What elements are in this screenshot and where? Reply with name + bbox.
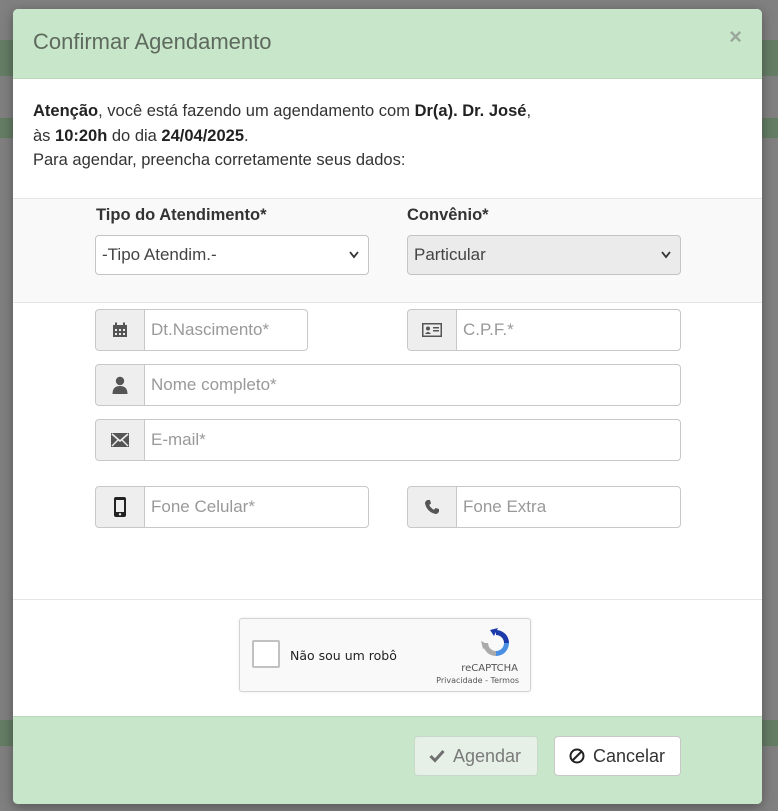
agendar-label: Agendar	[453, 745, 522, 766]
modal-header: Confirmar Agendamento ×	[13, 9, 762, 79]
fullname-input[interactable]: Nome completo*	[145, 364, 681, 406]
email-input[interactable]: E-mail*	[145, 419, 681, 461]
mobile-phone-icon	[95, 486, 145, 528]
recaptcha-brand: reCAPTCHA	[461, 663, 518, 674]
intro-instruction: Para agendar, preencha corretamente seus…	[33, 151, 406, 169]
extra-phone-input[interactable]: Fone Extra	[457, 486, 681, 528]
fullname-group: Nome completo*	[95, 364, 681, 406]
recaptcha-checkbox[interactable]	[252, 640, 280, 668]
email-group: E-mail*	[95, 419, 681, 461]
cpf-group: C.P.F.*	[407, 309, 681, 351]
intro-part: às	[33, 126, 56, 145]
modal-title: Confirmar Agendamento	[33, 29, 272, 54]
chevron-down-icon	[348, 236, 360, 288]
recaptcha-logo-icon	[480, 627, 512, 659]
id-card-icon	[407, 309, 457, 351]
close-button[interactable]: ×	[729, 24, 742, 50]
agendar-button[interactable]: Agendar	[414, 736, 538, 776]
recaptcha-links[interactable]: Privacidade - Termos	[436, 676, 519, 685]
attention-label: Atenção	[33, 102, 99, 120]
intro-part: .	[244, 126, 249, 145]
birthdate-group: Dt.Nascimento*	[95, 309, 308, 351]
divider	[13, 599, 762, 600]
convenio-label: Convênio*	[407, 206, 489, 224]
tipo-atendimento-value: -Tipo Atendim.-	[102, 245, 217, 264]
convenio-value: Particular	[414, 245, 486, 264]
intro-part: do dia	[107, 126, 162, 145]
phone-icon	[407, 486, 457, 528]
intro-text: Atenção, você está fazendo um agendament…	[13, 79, 762, 203]
birthdate-input[interactable]: Dt.Nascimento*	[145, 309, 308, 351]
modal-footer: Agendar Cancelar	[13, 716, 762, 804]
cancelar-label: Cancelar	[593, 745, 666, 766]
convenio-select[interactable]: Particular	[407, 235, 681, 275]
mobile-phone-group: Fone Celular*	[95, 486, 369, 528]
envelope-icon	[95, 419, 145, 461]
calendar-icon	[95, 309, 145, 351]
intro-part: , você está fazendo um agendamento com	[98, 102, 415, 120]
tipo-atendimento-label: Tipo do Atendimento*	[96, 206, 267, 224]
recaptcha-label: Não sou um robô	[290, 648, 397, 663]
chevron-down-icon	[660, 236, 672, 288]
appointment-time: 10:20h	[55, 126, 108, 145]
user-icon	[95, 364, 145, 406]
cpf-input[interactable]: C.P.F.*	[457, 309, 681, 351]
mobile-phone-input[interactable]: Fone Celular*	[145, 486, 369, 528]
appointment-date: 24/04/2025	[161, 126, 245, 145]
appointment-modal: Confirmar Agendamento × Atenção, você es…	[13, 9, 762, 804]
recaptcha-widget: Não sou um robô reCAPTCHA Privacidade - …	[239, 618, 531, 692]
extra-phone-group: Fone Extra	[407, 486, 681, 528]
cancelar-button[interactable]: Cancelar	[554, 736, 681, 776]
ban-icon	[569, 748, 585, 764]
doctor-name: Dr(a). Dr. José	[414, 102, 527, 120]
check-icon	[429, 749, 445, 763]
tipo-atendimento-select[interactable]: -Tipo Atendim.-	[95, 235, 369, 275]
intro-part: ,	[526, 102, 532, 120]
